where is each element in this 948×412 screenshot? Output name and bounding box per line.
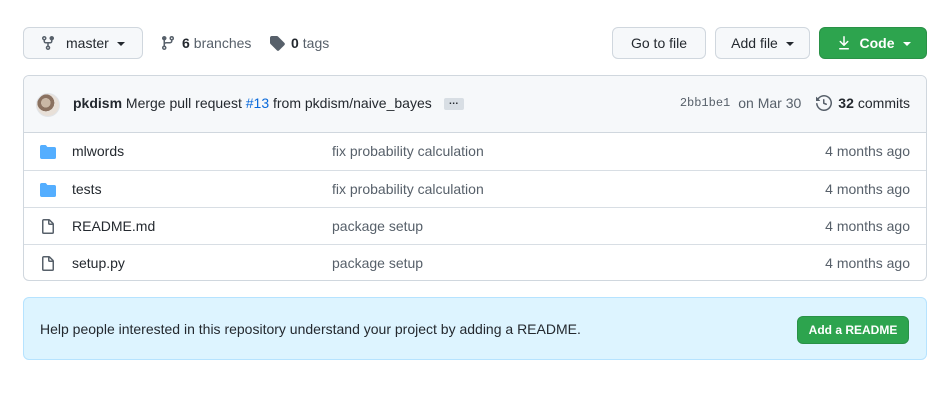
add-file-label: Add file xyxy=(731,35,778,51)
avatar[interactable] xyxy=(36,93,60,117)
commit-message-prefix[interactable]: Merge pull request xyxy=(126,95,242,111)
go-to-file-button[interactable]: Go to file xyxy=(612,27,706,59)
file-age: 4 months ago xyxy=(825,255,910,271)
file-name[interactable]: setup.py xyxy=(72,255,125,271)
file-row[interactable]: mlwords fix probability calculation 4 mo… xyxy=(24,133,926,170)
file-age: 4 months ago xyxy=(825,143,910,159)
branches-count: 6 xyxy=(182,35,190,51)
git-branch-icon xyxy=(161,36,174,51)
commit-date: on Mar 30 xyxy=(738,95,802,111)
file-name[interactable]: mlwords xyxy=(72,143,124,159)
branch-selector-button[interactable]: master xyxy=(23,27,143,59)
latest-commit-bar: pkdism Merge pull request #13 from pkdis… xyxy=(24,76,926,133)
expand-commit-button[interactable]: … xyxy=(443,97,464,111)
add-file-button[interactable]: Add file xyxy=(715,27,810,59)
readme-prompt-banner: Help people interested in this repositor… xyxy=(23,297,927,360)
commit-message: pkdism Merge pull request #13 from pkdis… xyxy=(73,95,464,111)
tags-count: 0 xyxy=(291,35,299,51)
file-row[interactable]: README.md package setup 4 months ago xyxy=(24,207,926,244)
git-branch-icon xyxy=(42,36,54,51)
chevron-down-icon xyxy=(116,41,125,46)
commits-link[interactable]: 32 commits xyxy=(816,95,910,111)
file-commit-message[interactable]: fix probability calculation xyxy=(332,143,484,159)
file-commit-message[interactable]: package setup xyxy=(332,218,423,234)
code-label: Code xyxy=(859,35,895,51)
pull-request-link[interactable]: #13 xyxy=(246,95,269,111)
code-button[interactable]: Code xyxy=(819,27,927,59)
history-icon xyxy=(816,95,833,111)
chevron-down-icon xyxy=(785,41,794,46)
file-row[interactable]: setup.py package setup 4 months ago xyxy=(24,244,926,280)
file-commit-message[interactable]: package setup xyxy=(332,255,423,271)
file-age: 4 months ago xyxy=(825,218,910,234)
repo-toolbar: master 6 branches 0 tags Go to file Add … xyxy=(23,27,927,59)
branch-name: master xyxy=(66,35,109,51)
file-name[interactable]: README.md xyxy=(72,218,155,234)
add-readme-button[interactable]: Add a README xyxy=(797,316,909,344)
tags-label: tags xyxy=(302,35,330,51)
commits-label: commits xyxy=(857,95,910,111)
commits-count: 32 xyxy=(838,95,854,111)
file-list: mlwords fix probability calculation 4 mo… xyxy=(24,133,926,280)
file-age: 4 months ago xyxy=(825,181,910,197)
commit-message-suffix[interactable]: from pkdism/naive_bayes xyxy=(273,95,432,111)
file-row[interactable]: tests fix probability calculation 4 mont… xyxy=(24,170,926,207)
branches-label: branches xyxy=(193,35,252,51)
commit-author[interactable]: pkdism xyxy=(73,95,122,111)
file-icon xyxy=(42,219,54,234)
download-icon xyxy=(838,36,849,50)
branches-link[interactable]: 6 branches xyxy=(160,27,251,59)
commit-info: 2bb1be1 on Mar 30 32 commits xyxy=(680,95,910,111)
chevron-down-icon xyxy=(902,41,911,46)
readme-prompt-text: Help people interested in this repositor… xyxy=(40,321,581,337)
tags-link[interactable]: 0 tags xyxy=(269,27,329,59)
folder-icon xyxy=(40,145,56,159)
commit-sha[interactable]: 2bb1be1 xyxy=(680,96,730,110)
tag-icon xyxy=(270,36,285,51)
file-icon xyxy=(42,256,54,271)
folder-icon xyxy=(40,183,56,197)
go-to-file-label: Go to file xyxy=(630,35,688,51)
file-browser: pkdism Merge pull request #13 from pkdis… xyxy=(23,75,927,281)
file-name[interactable]: tests xyxy=(72,181,102,197)
file-commit-message[interactable]: fix probability calculation xyxy=(332,181,484,197)
